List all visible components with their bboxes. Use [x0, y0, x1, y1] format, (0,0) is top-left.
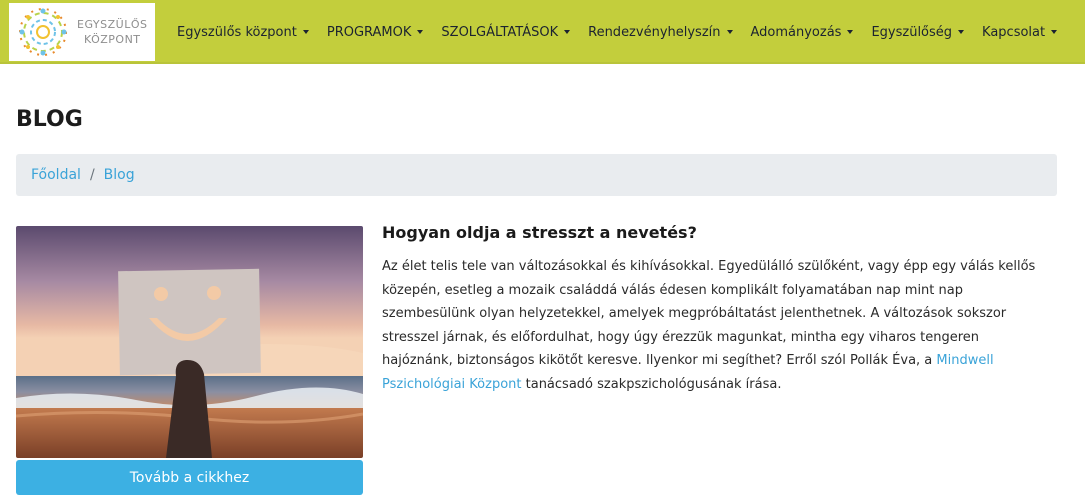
read-more-button[interactable]: Tovább a cikkhez — [16, 460, 363, 495]
caret-down-icon — [1051, 30, 1058, 34]
article-excerpt: Az élet telis tele van változásokkal és … — [382, 255, 1042, 396]
main-menu: Egyszülős központ PROGRAMOK SZOLGÁLTATÁS… — [168, 0, 1066, 64]
site-logo[interactable]: EGYSZÜLŐS KÖZPONT — [9, 3, 155, 61]
nav-item-label: Adományozás — [750, 24, 842, 40]
caret-down-icon — [564, 30, 571, 34]
smiley-sign-beach-image — [16, 226, 363, 458]
caret-down-icon — [847, 30, 854, 34]
nav-item-rendezvenyhelyszin[interactable]: Rendezvényhelyszín — [579, 25, 741, 40]
nav-item-label: Egyszülős központ — [177, 24, 297, 40]
page-title: BLOG — [16, 107, 83, 132]
article-excerpt-text: Az élet telis tele van változásokkal és … — [382, 259, 1036, 368]
breadcrumb-separator: / — [89, 167, 95, 183]
caret-down-icon — [726, 30, 733, 34]
navbar: EGYSZÜLŐS KÖZPONT Egyszülős központ PROG… — [0, 0, 1085, 64]
article-excerpt-text-end: tanácsadó szakpszichológusának írása. — [521, 376, 782, 392]
caret-down-icon — [958, 30, 965, 34]
nav-item-szolgaltatasok[interactable]: SZOLGÁLTATÁSOK — [432, 25, 579, 40]
nav-item-label: Egyszülőség — [871, 24, 953, 40]
nav-item-adomanyozas[interactable]: Adományozás — [742, 25, 863, 40]
logo-emblem-icon — [19, 8, 67, 56]
logo-line-2: KÖZPONT — [83, 33, 141, 46]
logo-text: EGYSZÜLŐS KÖZPONT — [77, 17, 147, 47]
article-title[interactable]: Hogyan oldja a stresszt a nevetés? — [382, 223, 697, 242]
nav-item-egyszuloseg[interactable]: Egyszülőség — [862, 25, 973, 40]
article-image[interactable] — [16, 226, 363, 458]
nav-item-programok[interactable]: PROGRAMOK — [318, 25, 433, 40]
nav-item-kapcsolat[interactable]: Kapcsolat — [973, 25, 1066, 40]
breadcrumb-current: Blog — [103, 167, 135, 183]
caret-down-icon — [417, 30, 424, 34]
nav-item-label: Kapcsolat — [982, 24, 1046, 40]
caret-down-icon — [302, 30, 309, 34]
breadcrumb: Főoldal / Blog — [16, 154, 1057, 196]
nav-item-egyszulos-kozpont[interactable]: Egyszülős központ — [168, 25, 318, 40]
logo-line-1: EGYSZÜLŐS — [77, 18, 148, 31]
nav-item-label: SZOLGÁLTATÁSOK — [441, 24, 559, 40]
nav-item-label: PROGRAMOK — [326, 24, 412, 40]
breadcrumb-home-link[interactable]: Főoldal — [31, 167, 81, 183]
nav-item-label: Rendezvényhelyszín — [588, 24, 721, 40]
